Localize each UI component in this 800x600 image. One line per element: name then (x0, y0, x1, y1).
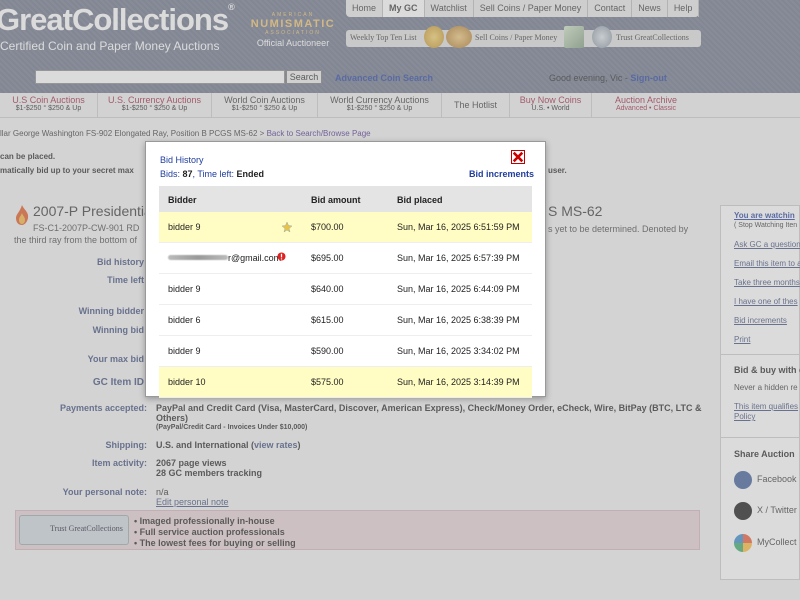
bidder-cell: bidder 9 (168, 222, 201, 232)
modal-title: Bid History (160, 155, 204, 165)
bid-history-modal: Bid History Bids: 87, Time left: Ended B… (145, 141, 546, 398)
modal-bid-increments-link[interactable]: Bid increments (469, 169, 534, 179)
table-row: r@gmail.com $695.00 Sun, Mar 16, 2025 6:… (159, 243, 532, 274)
table-row: bidder 9 $640.00 Sun, Mar 16, 2025 6:44:… (159, 274, 532, 305)
placed-cell: Sun, Mar 16, 2025 6:51:59 PM (397, 222, 520, 232)
bidder-cell: bidder 9 (168, 284, 201, 294)
bidder-cell: bidder 9 (168, 346, 201, 356)
close-icon[interactable] (511, 150, 525, 164)
bidder-cell: bidder 6 (168, 315, 201, 325)
bid-history-table: Bidder Bid amount Bid placed bidder 9 $7… (159, 186, 532, 398)
table-row: bidder 9 $590.00 Sun, Mar 16, 2025 3:34:… (159, 336, 532, 367)
amount-cell: $640.00 (311, 284, 344, 294)
table-row: bidder 6 $615.00 Sun, Mar 16, 2025 6:38:… (159, 305, 532, 336)
amount-cell: $575.00 (311, 377, 344, 387)
bidder-cell: r@gmail.com (228, 253, 282, 263)
redacted-email (168, 255, 228, 260)
placed-cell: Sun, Mar 16, 2025 6:44:09 PM (397, 284, 520, 294)
placed-cell: Sun, Mar 16, 2025 6:57:39 PM (397, 253, 520, 263)
col-bidder: Bidder (168, 195, 197, 205)
placed-cell: Sun, Mar 16, 2025 3:34:02 PM (397, 346, 520, 356)
placed-cell: Sun, Mar 16, 2025 3:14:39 PM (397, 377, 520, 387)
modal-bids-summary: Bids: 87, Time left: Ended (160, 169, 265, 179)
col-bid-placed: Bid placed (397, 195, 443, 205)
winner-icon (281, 221, 293, 233)
amount-cell: $590.00 (311, 346, 344, 356)
table-row: bidder 9 $700.00 Sun, Mar 16, 2025 6:51:… (159, 212, 532, 243)
table-header: Bidder Bid amount Bid placed (159, 186, 532, 212)
alert-icon (277, 252, 286, 261)
placed-cell: Sun, Mar 16, 2025 6:38:39 PM (397, 315, 520, 325)
amount-cell: $695.00 (311, 253, 344, 263)
table-row: bidder 10 $575.00 Sun, Mar 16, 2025 3:14… (159, 367, 532, 398)
amount-cell: $700.00 (311, 222, 344, 232)
col-bid-amount: Bid amount (311, 195, 361, 205)
bidder-cell: bidder 10 (168, 377, 206, 387)
amount-cell: $615.00 (311, 315, 344, 325)
